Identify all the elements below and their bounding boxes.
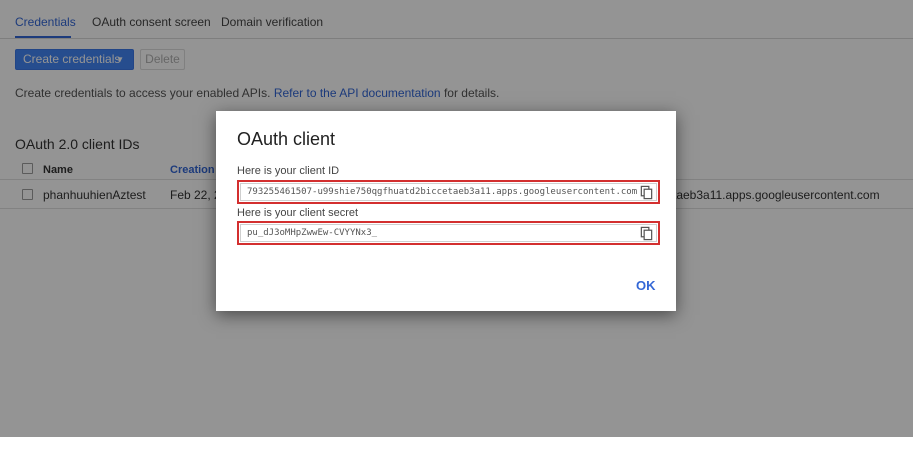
- ok-button[interactable]: OK: [636, 278, 656, 293]
- bottom-blank-area: [0, 437, 913, 474]
- dialog-title: OAuth client: [237, 129, 336, 149]
- client-id-field[interactable]: 793255461507-u99shie750qgfhuatd2biccetae…: [240, 183, 657, 201]
- client-secret-field[interactable]: pu_dJ3oMHpZwwEw-CVYYNx3_: [240, 224, 657, 242]
- client-secret-label: Here is your client secret: [237, 207, 359, 219]
- client-id-label: Here is your client ID: [237, 165, 340, 177]
- copy-icon[interactable]: [639, 226, 654, 241]
- client-id-value[interactable]: 793255461507-u99shie750qgfhuatd2biccetae…: [247, 187, 639, 197]
- copy-icon[interactable]: [639, 185, 654, 200]
- oauth-client-dialog: OAuth client Here is your client ID 7932…: [216, 111, 676, 311]
- client-secret-value[interactable]: pu_dJ3oMHpZwwEw-CVYYNx3_: [247, 228, 639, 238]
- client-id-highlight: 793255461507-u99shie750qgfhuatd2biccetae…: [237, 180, 660, 204]
- client-secret-highlight: pu_dJ3oMHpZwwEw-CVYYNx3_: [237, 221, 660, 245]
